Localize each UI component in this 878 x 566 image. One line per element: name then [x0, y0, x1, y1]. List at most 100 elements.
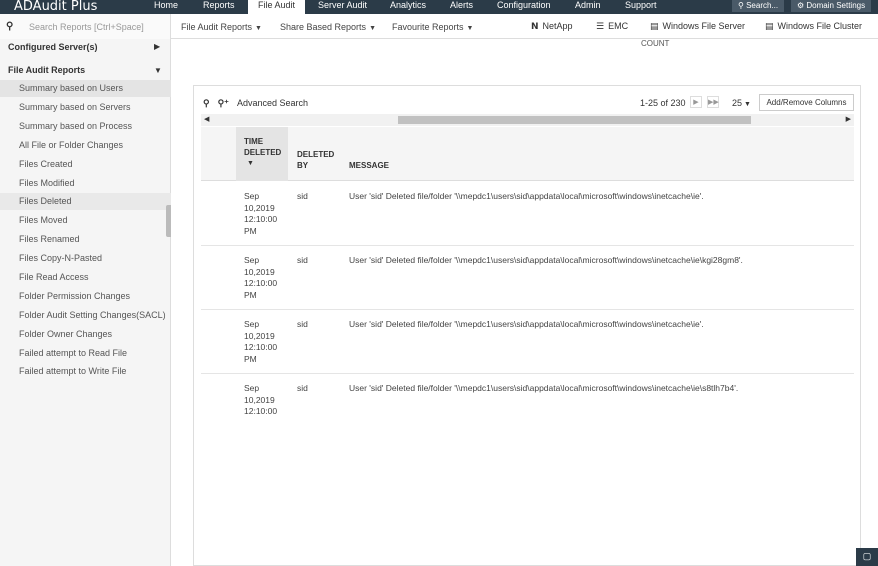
report-search-input[interactable]: Search Reports [Ctrl+Space] — [29, 22, 144, 32]
caret-down-icon: ▼ — [255, 25, 262, 32]
scroll-left-icon[interactable]: ◀ — [204, 115, 209, 123]
cell-message: User 'sid' Deleted file/folder '\\mepdc1… — [349, 191, 704, 201]
chevron-right-icon[interactable]: ▶ — [154, 42, 160, 51]
cell-time: Sep 10,2019 12:10:00 PM — [244, 319, 289, 365]
sidebar-item-files-renamed[interactable]: Files Renamed — [0, 231, 171, 248]
caret-down-icon: ▼ — [369, 25, 376, 32]
cell-ampm: PM — [244, 225, 257, 236]
cell-date: Sep 10,2019 — [244, 383, 275, 405]
sidebar-item-files-deleted[interactable]: Files Deleted — [0, 193, 171, 210]
nav-configuration[interactable]: Configuration — [497, 0, 551, 14]
file-audit-reports-header[interactable]: File Audit Reports — [8, 65, 85, 75]
configured-servers-header[interactable]: Configured Server(s) — [8, 42, 98, 52]
column-header-time-label: TIME DELETED — [244, 137, 282, 157]
cell-time: Sep 10,2019 12:10:00 PM — [244, 255, 289, 301]
rows-per-page-value: 25 — [732, 98, 743, 108]
share-based-reports-label: Share Based Reports — [280, 22, 367, 32]
vendor-emc[interactable]: ☰ EMC — [596, 21, 628, 32]
scroll-right-icon[interactable]: ▶ — [846, 115, 851, 123]
cell-time: Sep 10,2019 12:10:00 PM — [244, 191, 289, 237]
sidebar-item-files-copy-pasted[interactable]: Files Copy-N-Pasted — [0, 250, 171, 267]
search-icon[interactable]: ⚲ — [203, 98, 210, 108]
vendor-emc-label: EMC — [608, 21, 629, 31]
sidebar-item-files-created[interactable]: Files Created — [0, 156, 171, 173]
sidebar-collapse-handle[interactable] — [166, 205, 171, 237]
add-remove-columns-button[interactable]: Add/Remove Columns — [759, 94, 854, 111]
nav-admin[interactable]: Admin — [575, 0, 601, 14]
nav-file-audit[interactable]: File Audit — [248, 0, 306, 14]
nav-support[interactable]: Support — [625, 0, 657, 14]
vendor-windows-file-server[interactable]: ▤ Windows File Server — [650, 21, 745, 32]
gear-icon: ⚙ — [797, 1, 807, 10]
cell-ampm: PM — [244, 289, 257, 300]
cell-message: User 'sid' Deleted file/folder '\\mepdc1… — [349, 319, 704, 329]
cell-message: User 'sid' Deleted file/folder '\\mepdc1… — [349, 255, 743, 265]
nav-reports[interactable]: Reports — [203, 0, 235, 14]
vendor-netapp[interactable]: N NetApp — [531, 21, 573, 32]
report-panel: ⚲ ⚲⁺ Advanced Search 1-25 of 230 ▶ ▶▶ 25 ▼… — [193, 85, 861, 566]
sidebar-item-files-moved[interactable]: Files Moved — [0, 212, 171, 229]
sidebar-item-all-changes[interactable]: All File or Folder Changes — [0, 137, 171, 154]
sidebar-item-failed-write[interactable]: Failed attempt to Write File — [0, 363, 171, 380]
netapp-icon: N — [531, 22, 539, 32]
top-navigation-bar: ADAudit Plus Home Reports File Audit Ser… — [0, 0, 878, 14]
domain-settings-label: Domain Settings — [806, 1, 866, 10]
last-page-icon[interactable]: ▶▶ — [707, 96, 719, 108]
cell-deleted-by: sid — [297, 191, 308, 201]
caret-down-icon: ▼ — [466, 25, 474, 32]
sidebar-item-summary-process[interactable]: Summary based on Process — [0, 118, 171, 135]
rows-per-page-select[interactable]: 25 ▼ — [732, 98, 751, 108]
favourite-reports-menu[interactable]: Favourite Reports ▼ — [392, 22, 473, 32]
vendor-windows-file-cluster-label: Windows File Cluster — [777, 21, 863, 31]
file-audit-reports-menu[interactable]: File Audit Reports ▼ — [181, 22, 262, 32]
advanced-search-label[interactable]: Advanced Search — [237, 98, 308, 108]
search-icon: ⚲ — [6, 21, 14, 32]
sidebar-item-folder-audit-setting-changes[interactable]: Folder Audit Setting Changes(SACL) — [0, 307, 171, 324]
caret-down-icon: ▼ — [742, 101, 751, 108]
cell-date: Sep 10,2019 — [244, 255, 275, 277]
sort-desc-icon: ▼ — [247, 160, 254, 167]
sidebar-item-file-read-access[interactable]: File Read Access — [0, 269, 171, 286]
share-based-reports-menu[interactable]: Share Based Reports ▼ — [280, 22, 376, 32]
cell-deleted-by: sid — [297, 383, 308, 393]
domain-settings-button[interactable]: ⚙ Domain Settings — [791, 0, 872, 12]
nav-server-audit[interactable]: Server Audit — [318, 0, 367, 14]
global-search-button[interactable]: ⚲ Search... — [732, 0, 785, 12]
app-logo: ADAudit Plus — [14, 0, 98, 14]
column-header-deleted-by[interactable]: DELETED BY — [297, 149, 337, 171]
column-header-message[interactable]: MESSAGE — [349, 160, 389, 171]
global-search-label: Search... — [746, 1, 779, 10]
nav-alerts[interactable]: Alerts — [450, 0, 473, 14]
nav-analytics[interactable]: Analytics — [390, 0, 426, 14]
chevron-down-icon[interactable]: ▼ — [154, 66, 162, 75]
advanced-search-icon[interactable]: ⚲⁺ — [218, 98, 229, 108]
sidebar-item-folder-permission-changes[interactable]: Folder Permission Changes — [0, 288, 171, 305]
table-row: Sep 10,2019 12:10:00 PM sid User 'sid' Del… — [201, 182, 854, 246]
sidebar-item-files-modified[interactable]: Files Modified — [0, 175, 171, 192]
sidebar-item-summary-users[interactable]: Summary based on Users — [0, 80, 171, 97]
table-header: TIME DELETED ▼ DELETED BY MESSAGE — [201, 127, 854, 181]
sidebar-item-folder-owner-changes[interactable]: Folder Owner Changes — [0, 326, 171, 343]
chat-icon[interactable]: ▢ — [856, 548, 878, 566]
nav-home[interactable]: Home — [154, 0, 178, 14]
file-audit-reports-label: File Audit Reports — [181, 22, 253, 32]
secondary-toolbar: ⚲ Search Reports [Ctrl+Space] File Audit… — [0, 14, 878, 39]
report-search-box[interactable]: ⚲ Search Reports [Ctrl+Space] — [0, 14, 171, 39]
sidebar-item-summary-servers[interactable]: Summary based on Servers — [0, 99, 171, 116]
sidebar: Configured Server(s) ▶ File Audit Report… — [0, 39, 171, 566]
column-header-time-deleted[interactable]: TIME DELETED ▼ — [236, 127, 288, 181]
next-page-icon[interactable]: ▶ — [690, 96, 702, 108]
emc-icon: ☰ — [596, 22, 605, 32]
scrollbar-thumb[interactable] — [398, 116, 751, 124]
file-cluster-icon: ▤ — [765, 22, 774, 32]
vendor-windows-file-server-label: Windows File Server — [662, 21, 746, 31]
advanced-search-bar[interactable]: ⚲ ⚲⁺ Advanced Search — [203, 98, 308, 109]
sidebar-item-failed-read[interactable]: Failed attempt to Read File — [0, 345, 171, 362]
vendor-netapp-label: NetApp — [542, 21, 573, 31]
favourite-reports-label: Favourite Reports — [392, 22, 464, 32]
horizontal-scrollbar[interactable]: ◀ ▶ — [201, 114, 854, 126]
cell-clock: 12:10:00 — [244, 214, 278, 224]
search-icon: ⚲ — [738, 1, 747, 10]
vendor-windows-file-cluster[interactable]: ▤ Windows File Cluster — [765, 21, 862, 32]
cell-deleted-by: sid — [297, 255, 308, 265]
